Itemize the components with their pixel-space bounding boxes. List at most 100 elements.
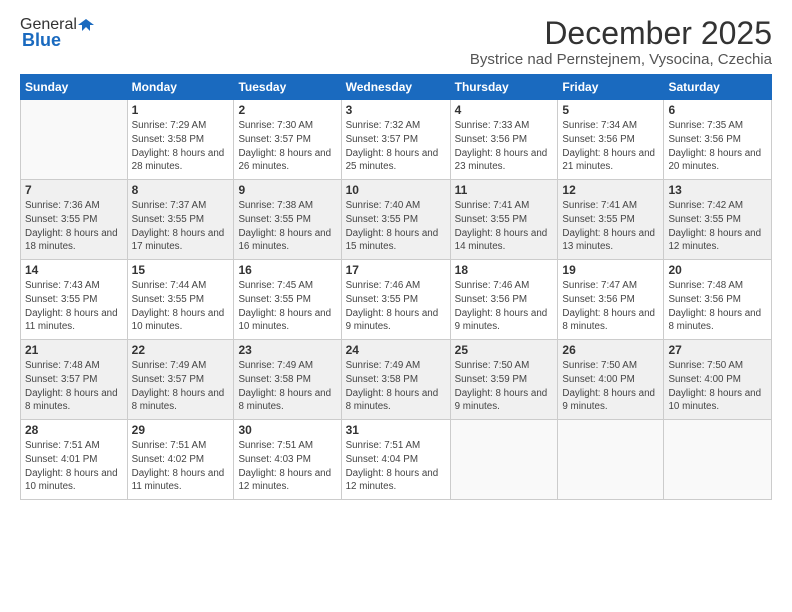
header-wednesday: Wednesday — [341, 75, 450, 100]
main-title: December 2025 — [470, 16, 772, 51]
header-monday: Monday — [127, 75, 234, 100]
calendar-cell: 4 Sunrise: 7:33 AMSunset: 3:56 PMDaylight… — [450, 100, 558, 180]
day-number: 30 — [238, 423, 336, 437]
day-number: 14 — [25, 263, 123, 277]
day-number: 24 — [346, 343, 446, 357]
calendar-cell: 25Sunrise: 7:50 AMSunset: 3:59 PMDayligh… — [450, 340, 558, 420]
day-number: 25 — [455, 343, 554, 357]
day-info: Sunrise: 7:37 AMSunset: 3:55 PMDaylight:… — [132, 199, 230, 254]
calendar-cell — [450, 420, 558, 500]
day-info: Sunrise: 7:48 AMSunset: 3:56 PMDaylight:… — [668, 279, 767, 334]
title-block: December 2025 Bystrice nad Pernstejnem, … — [470, 16, 772, 68]
day-info: Sunrise: 7:43 AMSunset: 3:55 PMDaylight:… — [25, 279, 123, 334]
page: General Blue December 2025 Bystrice nad … — [0, 0, 792, 612]
header-thursday: Thursday — [450, 75, 558, 100]
day-info: Sunrise: 7:33 AMSunset: 3:56 PMDaylight:… — [455, 119, 554, 174]
day-info: Sunrise: 7:38 AMSunset: 3:55 PMDaylight:… — [238, 199, 336, 254]
day-number: 21 — [25, 343, 123, 357]
day-info: Sunrise: 7:45 AMSunset: 3:55 PMDaylight:… — [238, 279, 336, 334]
day-info: Sunrise: 7:48 AMSunset: 3:57 PMDaylight:… — [25, 359, 123, 414]
calendar-cell: 18Sunrise: 7:46 AMSunset: 3:56 PMDayligh… — [450, 260, 558, 340]
calendar-cell: 11 Sunrise: 7:41 AMSunset: 3:55 PMDayligh… — [450, 180, 558, 260]
day-info: Sunrise: 7:50 AMSunset: 4:00 PMDaylight:… — [562, 359, 659, 414]
day-number: 3 — [346, 103, 446, 117]
calendar-cell — [558, 420, 664, 500]
day-number: 2 — [238, 103, 336, 117]
calendar-cell: 31Sunrise: 7:51 AMSunset: 4:04 PMDayligh… — [341, 420, 450, 500]
logo: General Blue — [20, 16, 95, 51]
calendar-cell: 2 Sunrise: 7:30 AMSunset: 3:57 PMDaylight… — [234, 100, 341, 180]
day-number: 4 — [455, 103, 554, 117]
day-info: Sunrise: 7:51 AMSunset: 4:01 PMDaylight:… — [25, 439, 123, 494]
day-info: Sunrise: 7:35 AMSunset: 3:56 PMDaylight:… — [668, 119, 767, 174]
day-number: 18 — [455, 263, 554, 277]
day-number: 23 — [238, 343, 336, 357]
calendar-cell: 14 Sunrise: 7:43 AMSunset: 3:55 PMDayligh… — [21, 260, 128, 340]
day-number: 28 — [25, 423, 123, 437]
day-info: Sunrise: 7:49 AMSunset: 3:58 PMDaylight:… — [346, 359, 446, 414]
calendar-cell: 21 Sunrise: 7:48 AMSunset: 3:57 PMDayligh… — [21, 340, 128, 420]
calendar-cell: 5 Sunrise: 7:34 AMSunset: 3:56 PMDaylight… — [558, 100, 664, 180]
day-info: Sunrise: 7:50 AMSunset: 4:00 PMDaylight:… — [668, 359, 767, 414]
day-number: 31 — [346, 423, 446, 437]
day-number: 9 — [238, 183, 336, 197]
calendar-cell: 1Sunrise: 7:29 AMSunset: 3:58 PMDaylight… — [127, 100, 234, 180]
day-number: 17 — [346, 263, 446, 277]
calendar-cell: 19 Sunrise: 7:47 AMSunset: 3:56 PMDayligh… — [558, 260, 664, 340]
day-number: 27 — [668, 343, 767, 357]
calendar-cell: 26Sunrise: 7:50 AMSunset: 4:00 PMDayligh… — [558, 340, 664, 420]
header-sunday: Sunday — [21, 75, 128, 100]
day-info: Sunrise: 7:40 AMSunset: 3:55 PMDaylight:… — [346, 199, 446, 254]
day-number: 29 — [132, 423, 230, 437]
calendar-cell: 29Sunrise: 7:51 AMSunset: 4:02 PMDayligh… — [127, 420, 234, 500]
day-info: Sunrise: 7:47 AMSunset: 3:56 PMDaylight:… — [562, 279, 659, 334]
day-info: Sunrise: 7:34 AMSunset: 3:56 PMDaylight:… — [562, 119, 659, 174]
header-saturday: Saturday — [664, 75, 772, 100]
day-number: 20 — [668, 263, 767, 277]
calendar-table: Sunday Monday Tuesday Wednesday Thursday… — [20, 74, 772, 500]
day-info: Sunrise: 7:44 AMSunset: 3:55 PMDaylight:… — [132, 279, 230, 334]
day-number: 11 — [455, 183, 554, 197]
day-number: 15 — [132, 263, 230, 277]
calendar-cell: 23 Sunrise: 7:49 AMSunset: 3:58 PMDayligh… — [234, 340, 341, 420]
calendar-week-row: 1Sunrise: 7:29 AMSunset: 3:58 PMDaylight… — [21, 100, 772, 180]
day-number: 7 — [25, 183, 123, 197]
calendar-cell: 24 Sunrise: 7:49 AMSunset: 3:58 PMDayligh… — [341, 340, 450, 420]
calendar-cell: 30 Sunrise: 7:51 AMSunset: 4:03 PMDayligh… — [234, 420, 341, 500]
calendar-cell: 20 Sunrise: 7:48 AMSunset: 3:56 PMDayligh… — [664, 260, 772, 340]
day-number: 1 — [132, 103, 230, 117]
calendar-cell: 27 Sunrise: 7:50 AMSunset: 4:00 PMDayligh… — [664, 340, 772, 420]
calendar-week-row: 14 Sunrise: 7:43 AMSunset: 3:55 PMDayligh… — [21, 260, 772, 340]
calendar-cell: 3 Sunrise: 7:32 AMSunset: 3:57 PMDaylight… — [341, 100, 450, 180]
calendar-cell: 22 Sunrise: 7:49 AMSunset: 3:57 PMDayligh… — [127, 340, 234, 420]
day-info: Sunrise: 7:41 AMSunset: 3:55 PMDaylight:… — [455, 199, 554, 254]
day-info: Sunrise: 7:49 AMSunset: 3:57 PMDaylight:… — [132, 359, 230, 414]
day-number: 22 — [132, 343, 230, 357]
calendar-cell: 8 Sunrise: 7:37 AMSunset: 3:55 PMDaylight… — [127, 180, 234, 260]
day-number: 16 — [238, 263, 336, 277]
logo-bird-icon — [78, 17, 94, 33]
day-info: Sunrise: 7:46 AMSunset: 3:55 PMDaylight:… — [346, 279, 446, 334]
calendar-cell — [664, 420, 772, 500]
calendar-cell — [21, 100, 128, 180]
day-number: 5 — [562, 103, 659, 117]
calendar-cell: 9 Sunrise: 7:38 AMSunset: 3:55 PMDaylight… — [234, 180, 341, 260]
day-info: Sunrise: 7:36 AMSunset: 3:55 PMDaylight:… — [25, 199, 123, 254]
day-number: 19 — [562, 263, 659, 277]
day-number: 8 — [132, 183, 230, 197]
day-info: Sunrise: 7:41 AMSunset: 3:55 PMDaylight:… — [562, 199, 659, 254]
logo-blue-text: Blue — [22, 30, 61, 51]
day-info: Sunrise: 7:32 AMSunset: 3:57 PMDaylight:… — [346, 119, 446, 174]
day-info: Sunrise: 7:30 AMSunset: 3:57 PMDaylight:… — [238, 119, 336, 174]
calendar-cell: 15 Sunrise: 7:44 AMSunset: 3:55 PMDayligh… — [127, 260, 234, 340]
calendar-cell: 17 Sunrise: 7:46 AMSunset: 3:55 PMDayligh… — [341, 260, 450, 340]
calendar-cell: 6 Sunrise: 7:35 AMSunset: 3:56 PMDaylight… — [664, 100, 772, 180]
day-number: 6 — [668, 103, 767, 117]
calendar-cell: 12Sunrise: 7:41 AMSunset: 3:55 PMDayligh… — [558, 180, 664, 260]
calendar-week-row: 21 Sunrise: 7:48 AMSunset: 3:57 PMDayligh… — [21, 340, 772, 420]
day-info: Sunrise: 7:51 AMSunset: 4:03 PMDaylight:… — [238, 439, 336, 494]
day-info: Sunrise: 7:49 AMSunset: 3:58 PMDaylight:… — [238, 359, 336, 414]
calendar-cell: 10Sunrise: 7:40 AMSunset: 3:55 PMDayligh… — [341, 180, 450, 260]
header-friday: Friday — [558, 75, 664, 100]
calendar-week-row: 7 Sunrise: 7:36 AMSunset: 3:55 PMDaylight… — [21, 180, 772, 260]
